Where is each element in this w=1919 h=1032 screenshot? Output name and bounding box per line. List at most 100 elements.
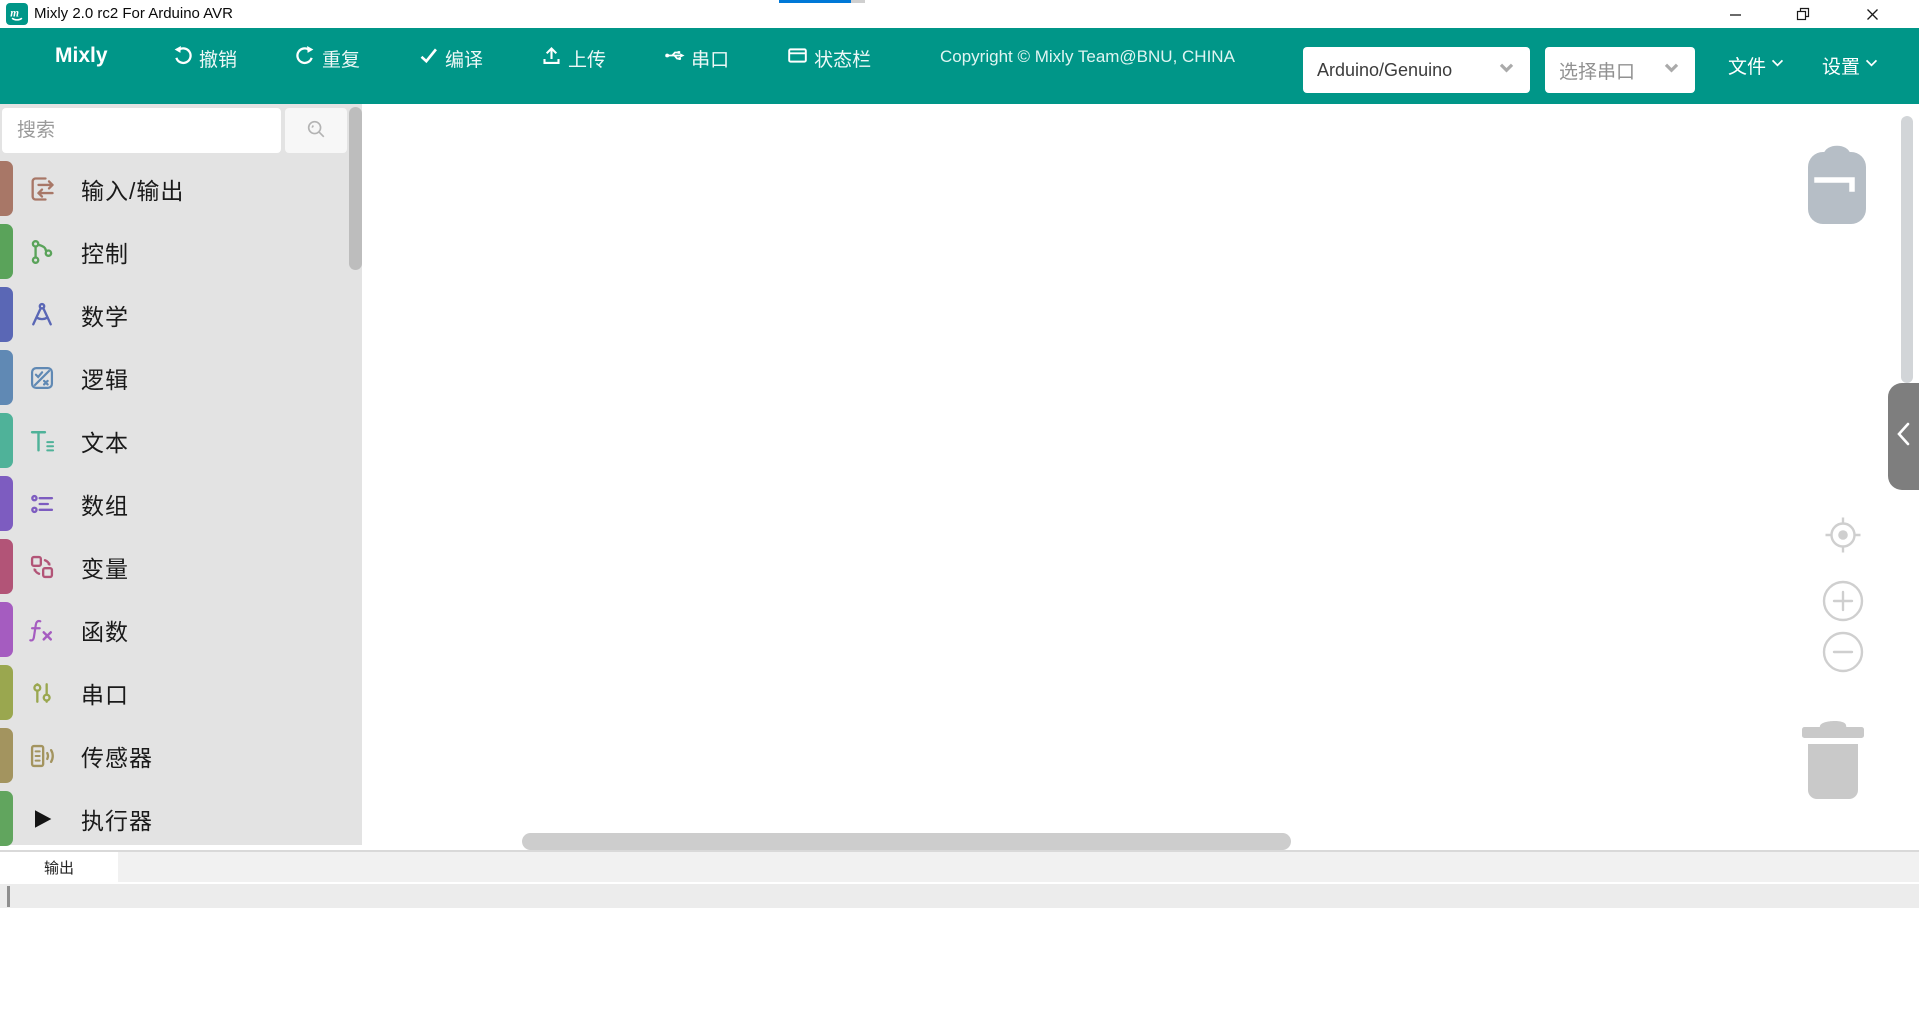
category-color-bar <box>0 161 13 216</box>
category-color-bar <box>0 728 13 783</box>
chevron-down-icon <box>1769 54 1786 77</box>
compile-check-icon <box>418 45 439 72</box>
redo-button[interactable]: 重复 <box>295 45 360 72</box>
canvas-vertical-scrollbar[interactable] <box>1901 116 1913 383</box>
tab-output[interactable]: 输出 <box>0 852 118 882</box>
usb-serial-icon <box>664 45 685 72</box>
canvas-horizontal-scrollbar[interactable] <box>522 833 1291 850</box>
chevron-down-icon <box>1662 58 1681 82</box>
button-label: 重复 <box>322 45 360 72</box>
category-label: 输入/输出 <box>81 172 184 206</box>
toolbar-buttons: 撤销 重复 编译 上传 串口 状态栏 <box>172 42 871 74</box>
category-label: 控制 <box>81 235 129 269</box>
sidebar-item-input-output[interactable]: 输入/输出 <box>0 157 349 220</box>
svg-text:m: m <box>10 7 19 19</box>
upload-button[interactable]: 上传 <box>541 45 606 72</box>
statusbar-window-icon <box>787 45 808 72</box>
button-label: 状态栏 <box>814 45 871 72</box>
play-icon <box>27 804 57 834</box>
sidebar-item-logic[interactable]: 逻辑 <box>0 346 349 409</box>
category-color-bar <box>0 602 13 657</box>
tab-label: 输出 <box>44 857 74 878</box>
list-icon <box>27 489 57 519</box>
menu-label: 设置 <box>1822 52 1860 79</box>
category-label: 执行器 <box>81 802 153 836</box>
workspace-canvas[interactable] <box>362 104 1919 850</box>
branch-icon <box>27 237 57 267</box>
compile-button[interactable]: 编译 <box>418 45 483 72</box>
category-label: 数学 <box>81 298 129 332</box>
redo-icon <box>295 45 316 72</box>
center-target-icon[interactable] <box>1824 516 1862 554</box>
sidebar-item-function[interactable]: 函数 <box>0 598 349 661</box>
category-color-bar <box>0 413 13 468</box>
output-console[interactable] <box>0 882 1919 1032</box>
category-color-bar <box>0 665 13 720</box>
flyout-collapse-handle[interactable] <box>1888 383 1919 490</box>
compass-icon <box>27 300 57 330</box>
serial-port-select[interactable]: 选择串口 <box>1545 47 1695 93</box>
copyright-text: Copyright © Mixly Team@BNU, CHINA <box>940 47 1235 67</box>
sidebar-item-sensor[interactable]: 传感器 <box>0 724 349 787</box>
minimize-icon[interactable] <box>1712 0 1758 28</box>
sidebar-item-serial[interactable]: 串口 <box>0 661 349 724</box>
category-color-bar <box>0 476 13 531</box>
button-label: 上传 <box>568 45 606 72</box>
close-icon[interactable] <box>1849 0 1895 28</box>
serial-button[interactable]: 串口 <box>664 45 729 72</box>
sidebar-item-variable[interactable]: 变量 <box>0 535 349 598</box>
sidebar-item-actuator[interactable]: 执行器 <box>0 787 349 850</box>
swap-squares-icon <box>27 552 57 582</box>
category-list: 输入/输出 控制 数学 逻辑 文本 数组 <box>0 157 349 850</box>
chevron-down-icon <box>1863 54 1880 77</box>
text-caret <box>7 886 10 907</box>
category-label: 串口 <box>81 676 129 710</box>
window-title: Mixly 2.0 rc2 For Arduino AVR <box>34 5 233 22</box>
category-color-bar <box>0 224 13 279</box>
search-row <box>2 108 347 153</box>
sensor-wave-icon <box>27 741 57 771</box>
board-select[interactable]: Arduino/Genuino <box>1303 47 1530 93</box>
category-label: 变量 <box>81 550 129 584</box>
sliders-icon <box>27 678 57 708</box>
trash-icon[interactable] <box>1800 710 1866 800</box>
menu-label: 文件 <box>1728 52 1766 79</box>
search-input[interactable] <box>2 108 281 153</box>
toolbar: Mixly 撤销 重复 编译 上传 串口 状态栏 Copyright © Mix… <box>0 28 1919 104</box>
restore-icon[interactable] <box>1780 0 1826 28</box>
button-label: 串口 <box>691 45 729 72</box>
sidebar-item-text[interactable]: 文本 <box>0 409 349 472</box>
zoom-in-icon[interactable] <box>1822 580 1864 622</box>
sidebar-item-control[interactable]: 控制 <box>0 220 349 283</box>
port-select-placeholder: 选择串口 <box>1559 57 1635 84</box>
logic-checkbox-icon <box>27 363 57 393</box>
chevron-down-icon <box>1497 58 1516 82</box>
text-icon <box>27 426 57 456</box>
titlebar: m Mixly 2.0 rc2 For Arduino AVR <box>0 0 1919 28</box>
sidebar-item-array[interactable]: 数组 <box>0 472 349 535</box>
category-label: 函数 <box>81 613 129 647</box>
input-output-icon <box>27 174 57 204</box>
sidebar-item-math[interactable]: 数学 <box>0 283 349 346</box>
block-category-sidebar: 输入/输出 控制 数学 逻辑 文本 数组 <box>0 104 362 845</box>
menu-file[interactable]: 文件 <box>1728 52 1786 79</box>
zoom-out-icon[interactable] <box>1822 631 1864 673</box>
category-label: 逻辑 <box>81 361 129 395</box>
sidebar-scrollbar[interactable] <box>349 107 362 270</box>
backpack-icon[interactable] <box>1806 140 1868 226</box>
search-icon <box>305 118 327 143</box>
category-color-bar <box>0 539 13 594</box>
search-button[interactable] <box>285 108 347 153</box>
progress-bar <box>779 0 851 3</box>
board-select-value: Arduino/Genuino <box>1317 60 1452 81</box>
brand-title: Mixly <box>55 44 108 68</box>
console-active-line <box>0 884 1919 908</box>
undo-button[interactable]: 撤销 <box>172 45 237 72</box>
category-color-bar <box>0 791 13 846</box>
category-label: 数组 <box>81 487 129 521</box>
progress-bar-track <box>851 0 865 3</box>
statusbar-button[interactable]: 状态栏 <box>787 45 871 72</box>
undo-icon <box>172 45 193 72</box>
menu-settings[interactable]: 设置 <box>1822 52 1880 79</box>
chevron-left-icon <box>1893 421 1915 452</box>
